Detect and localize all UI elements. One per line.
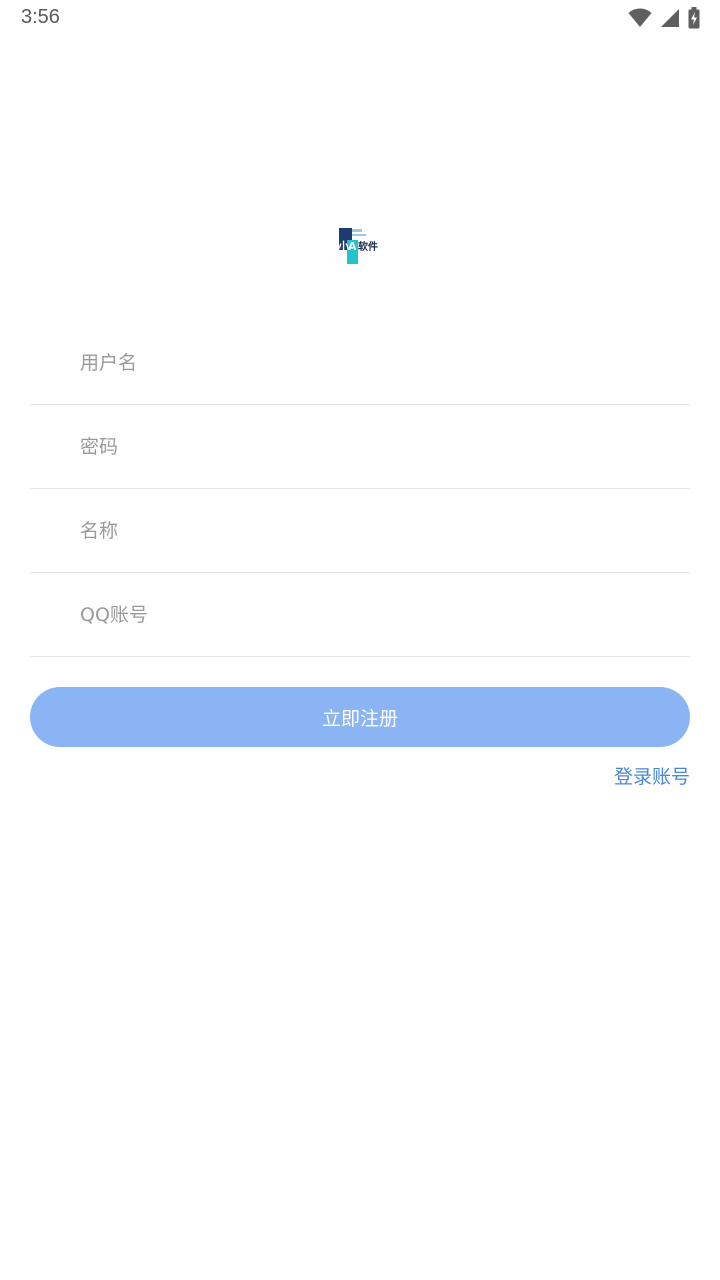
- status-icons: [628, 7, 700, 29]
- login-account-link[interactable]: 登录账号: [614, 762, 690, 789]
- svg-text:软件: 软件: [358, 240, 378, 253]
- qq-field: [30, 573, 690, 657]
- password-field: [30, 405, 690, 489]
- username-field: [30, 321, 690, 405]
- status-time: 3:56: [21, 6, 60, 28]
- name-input[interactable]: [80, 509, 670, 553]
- register-button[interactable]: 立即注册: [30, 687, 690, 747]
- svg-text:A: A: [348, 240, 357, 253]
- battery-charging-icon: [688, 7, 700, 29]
- qq-input[interactable]: [80, 593, 670, 637]
- username-input[interactable]: [80, 341, 670, 385]
- status-bar: 3:56: [0, 0, 720, 38]
- name-field: [30, 489, 690, 573]
- wifi-icon: [628, 8, 652, 28]
- password-input[interactable]: [80, 425, 670, 469]
- cellular-signal-icon: [660, 8, 680, 28]
- app-logo: 小 A 软件: [336, 226, 384, 266]
- register-screen: 3:56 小 A 软件 用户名 名称 QQ账号 立即注册 登录账号: [0, 0, 720, 1280]
